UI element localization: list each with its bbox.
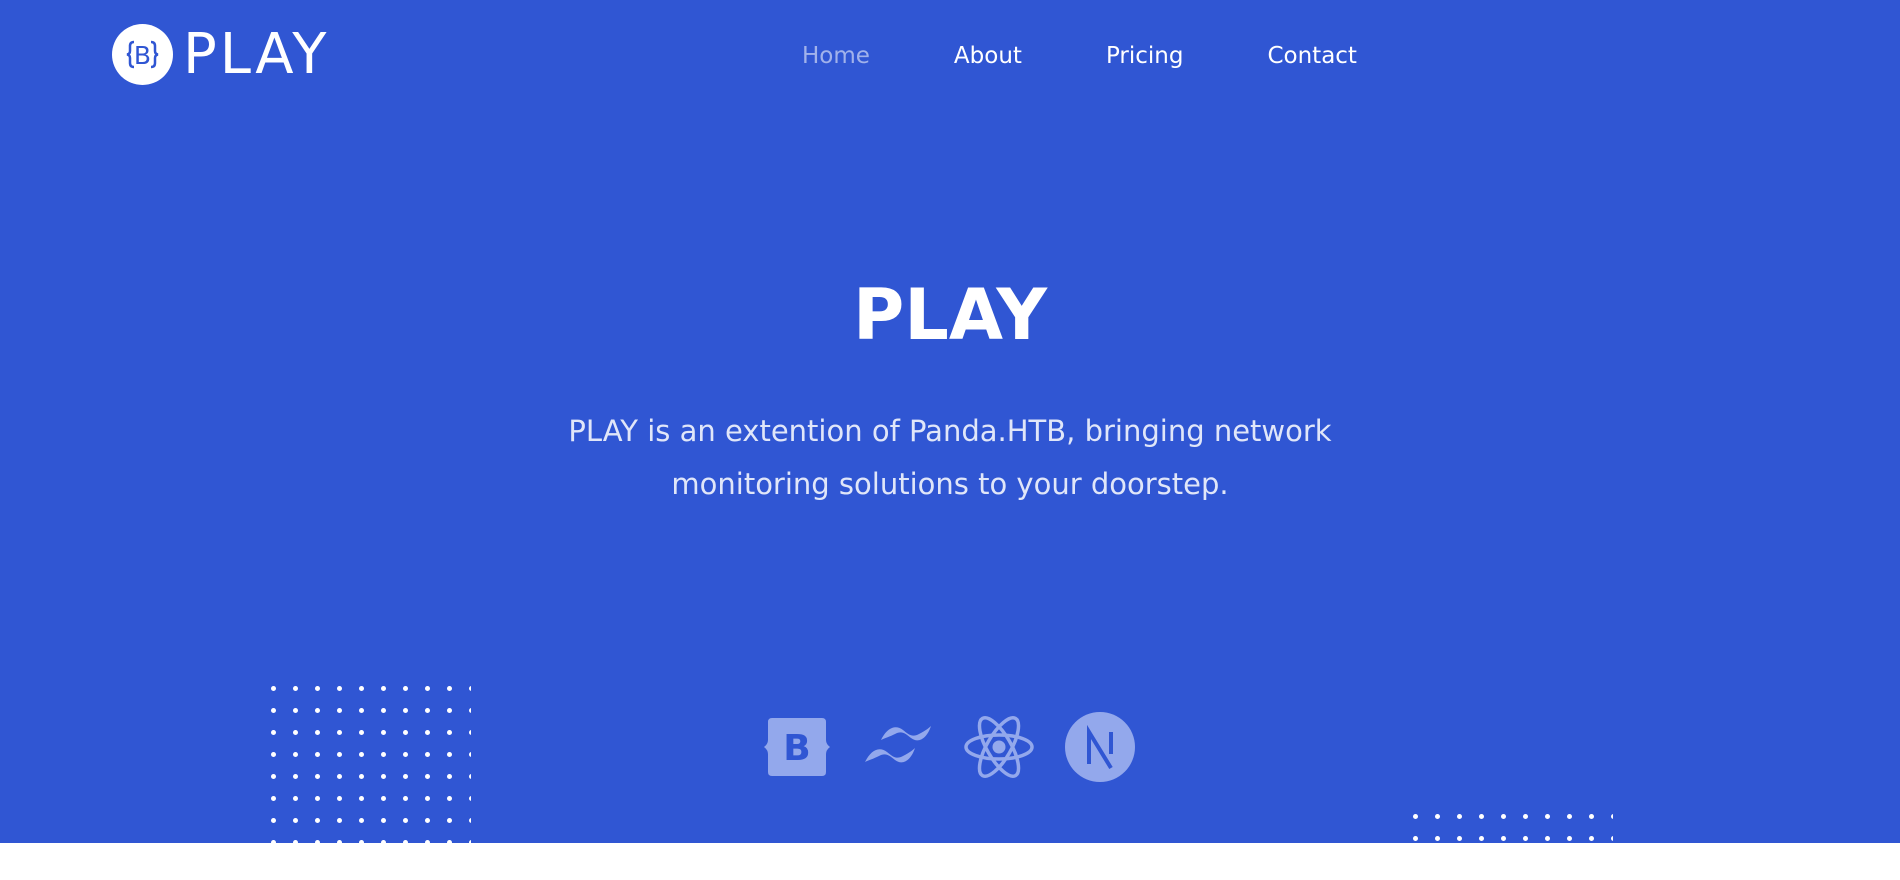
- nextjs-icon[interactable]: [1063, 710, 1137, 784]
- hero-title: PLAY: [852, 274, 1048, 356]
- tailwind-icon[interactable]: [861, 710, 935, 784]
- main-nav: Home About Pricing Contact: [802, 42, 1357, 70]
- tech-stack-icons: B: [760, 710, 1137, 784]
- decorative-dots-right: [1413, 814, 1613, 843]
- nav-item-home[interactable]: Home: [802, 42, 870, 70]
- brand-name: PLAY: [183, 21, 330, 87]
- nav-item-pricing[interactable]: Pricing: [1106, 42, 1184, 70]
- react-icon[interactable]: [962, 710, 1036, 784]
- svg-text:B: B: [783, 728, 810, 769]
- brand-logo[interactable]: B PLAY: [112, 24, 329, 85]
- nav-item-about[interactable]: About: [954, 42, 1022, 70]
- hero-section: B PLAY Home About Pricing Contact PLAY P…: [0, 0, 1900, 843]
- svg-text:B: B: [134, 41, 151, 70]
- decorative-dots-left: [271, 686, 471, 843]
- bootstrap-logo-icon: B: [112, 24, 173, 85]
- nav-item-contact[interactable]: Contact: [1267, 42, 1356, 70]
- bootstrap-icon[interactable]: B: [760, 710, 834, 784]
- hero-description: PLAY is an extention of Panda.HTB, bring…: [568, 414, 1332, 501]
